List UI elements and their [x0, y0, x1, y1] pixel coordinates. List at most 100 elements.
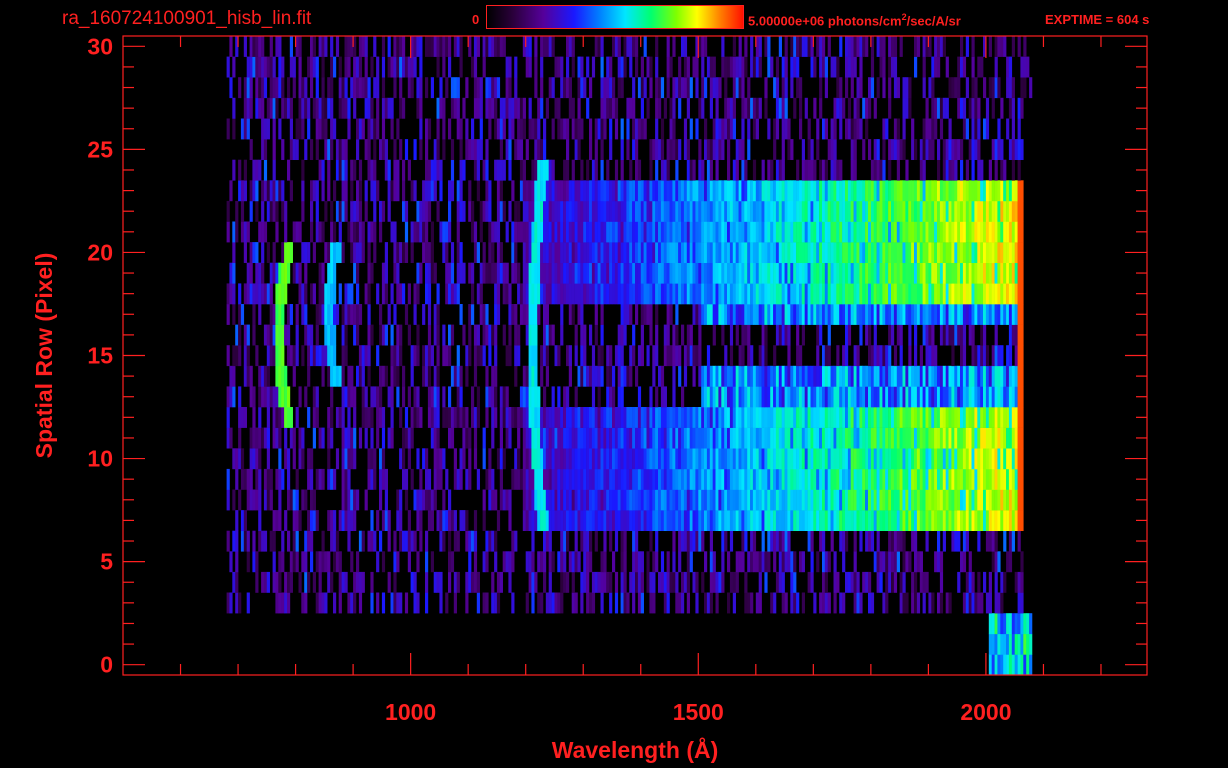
heatmap-cell [1008, 427, 1013, 449]
heatmap-cell [675, 427, 679, 449]
heatmap-cell [583, 242, 587, 264]
heatmap-cell [655, 324, 659, 346]
heatmap-cell [945, 324, 949, 346]
heatmap-cell [994, 221, 998, 243]
heatmap-cell [614, 407, 619, 428]
heatmap-cell [1000, 613, 1004, 635]
heatmap-cell [827, 551, 831, 573]
heatmap-cell [686, 324, 690, 346]
heatmap-cell [263, 159, 268, 181]
heatmap-cell [597, 510, 601, 532]
heatmap-cell [568, 365, 572, 387]
heatmap-cell [531, 262, 535, 284]
heatmap-cell [957, 386, 961, 408]
heatmap-cell [891, 200, 895, 222]
heatmap-cell [586, 97, 590, 119]
heatmap-cell [948, 200, 952, 222]
heatmap-cell [712, 221, 716, 243]
heatmap-cell [597, 221, 601, 243]
heatmap-cell [960, 407, 964, 428]
heatmap-cell [735, 551, 739, 573]
heatmap-cell [468, 304, 472, 325]
heatmap-cell [341, 139, 345, 161]
heatmap-cell [775, 77, 780, 99]
heatmap-cell [870, 530, 875, 552]
heatmap-cell [617, 180, 621, 202]
heatmap-cell [304, 139, 308, 161]
heatmap-cell [614, 530, 619, 552]
heatmap-cell [450, 551, 455, 573]
heatmap-cell [338, 407, 342, 428]
heatmap-cell [652, 427, 656, 449]
heatmap-cell [873, 200, 877, 222]
heatmap-cell [819, 262, 823, 284]
heatmap-cell [839, 262, 843, 284]
heatmap-cell [1003, 180, 1007, 202]
heatmap-cell [255, 571, 259, 593]
heatmap-cell [1014, 139, 1018, 161]
heatmap-cell [476, 407, 480, 428]
heatmap-cell [384, 365, 388, 387]
heatmap-cell [353, 386, 357, 408]
heatmap-cell [819, 180, 823, 202]
heatmap-cell [985, 304, 990, 325]
heatmap-cell [519, 97, 524, 119]
heatmap-cell [988, 571, 992, 593]
heatmap-cell [531, 551, 535, 573]
heatmap-cell [600, 200, 604, 222]
heatmap-cell [755, 551, 759, 573]
heatmap-cell [304, 324, 308, 346]
heatmap-cell [637, 407, 642, 428]
heatmap-cell [551, 262, 555, 284]
heatmap-cell [928, 221, 932, 243]
heatmap-cell [289, 345, 293, 367]
heatmap-cell [310, 200, 314, 222]
heatmap-cell [893, 262, 898, 284]
heatmap-cell [419, 510, 423, 532]
heatmap-cell [727, 139, 731, 161]
heatmap-cell [566, 283, 570, 305]
heatmap-cell [747, 427, 751, 449]
heatmap-cell [922, 407, 926, 428]
heatmap-cell [557, 118, 561, 140]
heatmap-cell [942, 448, 946, 470]
heatmap-cell [419, 221, 423, 243]
heatmap-cell [301, 427, 305, 449]
heatmap-cell [301, 200, 305, 222]
heatmap-cell [896, 221, 900, 243]
heatmap-cell [353, 304, 357, 325]
heatmap-cell [698, 242, 702, 264]
heatmap-cell [491, 407, 495, 428]
heatmap-cell [865, 200, 869, 222]
heatmap-cell [672, 283, 676, 305]
heatmap-cell [865, 427, 869, 449]
heatmap-cell [787, 427, 791, 449]
heatmap-cell [422, 345, 426, 367]
heatmap-cell [686, 407, 690, 428]
heatmap-cell [600, 324, 604, 346]
heatmap-cell [735, 139, 739, 161]
heatmap-cell [721, 242, 725, 264]
heatmap-cell [934, 283, 938, 305]
heatmap-cell [997, 283, 1001, 305]
heatmap-cell [289, 489, 293, 511]
heatmap-cell [735, 386, 739, 408]
heatmap-cell [784, 221, 788, 243]
heatmap-cell [914, 242, 918, 264]
heatmap-cell [281, 407, 285, 428]
heatmap-cell [462, 200, 466, 222]
heatmap-cell [787, 200, 791, 222]
heatmap-cell [957, 365, 961, 387]
heatmap-cell [649, 159, 653, 181]
heatmap-cell [514, 365, 518, 387]
heatmap-cell [528, 510, 532, 532]
heatmap-cell [606, 283, 610, 305]
heatmap-cell [911, 221, 915, 243]
heatmap-cell [704, 448, 708, 470]
heatmap-cell [571, 510, 575, 532]
heatmap-cell [810, 386, 814, 408]
heatmap-cell [672, 468, 676, 490]
heatmap-cell [758, 221, 762, 243]
heatmap-cell [502, 386, 506, 408]
heatmap-cell [689, 262, 693, 284]
